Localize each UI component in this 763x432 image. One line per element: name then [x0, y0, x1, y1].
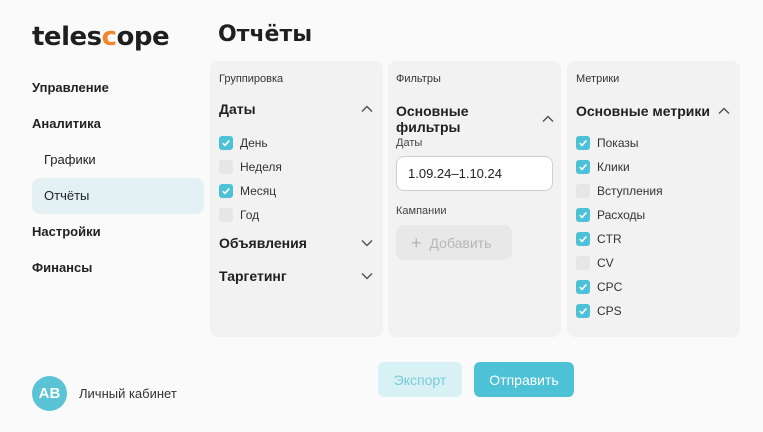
ads-section-title: Объявления	[219, 235, 307, 251]
checkbox-cv[interactable]: CV	[576, 251, 663, 275]
plus-icon: +	[411, 232, 422, 253]
checkbox-month[interactable]: Месяц	[219, 179, 282, 203]
main-metrics-toggle[interactable]: Основные метрики	[576, 103, 732, 119]
checkbox-joins[interactable]: Вступления	[576, 179, 663, 203]
chevron-down-icon	[359, 235, 375, 251]
sidebar-nav: Управление Аналитика Графики Отчёты Наст…	[32, 70, 204, 286]
checkbox-label: CTR	[597, 232, 622, 246]
logo-accent-letter: c	[101, 22, 117, 52]
checkbox-day[interactable]: День	[219, 131, 282, 155]
avatar: AB	[32, 376, 67, 411]
logo-text-end: ope	[116, 22, 170, 52]
main-filters-toggle[interactable]: Основные фильтры	[396, 103, 556, 135]
export-button[interactable]: Экспорт	[378, 362, 462, 397]
filters-header: Фильтры	[396, 73, 441, 85]
send-button[interactable]: Отправить	[474, 362, 574, 397]
add-campaign-label: Добавить	[429, 234, 492, 251]
checkbox-checked-icon	[576, 208, 590, 222]
main-filters-title: Основные фильтры	[396, 103, 469, 135]
checkbox-impressions[interactable]: Показы	[576, 131, 663, 155]
nav-item-settings[interactable]: Настройки	[32, 214, 204, 250]
checkbox-clicks[interactable]: Клики	[576, 155, 663, 179]
checkbox-label: Расходы	[597, 208, 646, 222]
dates-options: День Неделя Месяц Год	[219, 131, 282, 227]
metrics-header: Метрики	[576, 73, 620, 85]
dates-section-toggle[interactable]: Даты	[219, 101, 375, 117]
chevron-up-icon	[716, 103, 732, 119]
personal-account-label: Личный кабинет	[79, 386, 177, 401]
checkbox-label: Неделя	[240, 160, 282, 174]
nav-item-management[interactable]: Управление	[32, 70, 204, 106]
grouping-header: Группировка	[219, 73, 284, 85]
checkbox-label: День	[240, 136, 268, 150]
main-metrics-title: Основные метрики	[576, 103, 710, 119]
checkbox-empty-icon	[219, 160, 233, 174]
checkbox-label: Вступления	[597, 184, 663, 198]
checkbox-label: Месяц	[240, 184, 277, 198]
checkbox-year[interactable]: Год	[219, 203, 282, 227]
checkbox-label: Год	[240, 208, 260, 222]
nav-item-reports[interactable]: Отчёты	[32, 178, 204, 214]
checkbox-checked-icon	[219, 136, 233, 150]
add-campaign-button[interactable]: + Добавить	[396, 225, 512, 260]
nav-item-analytics[interactable]: Аналитика	[32, 106, 204, 142]
checkbox-week[interactable]: Неделя	[219, 155, 282, 179]
ads-section-toggle[interactable]: Объявления	[219, 235, 375, 251]
checkbox-checked-icon	[576, 280, 590, 294]
date-range-input[interactable]	[396, 156, 553, 191]
metrics-panel: Метрики Основные метрики Показы Клики Вс…	[567, 61, 740, 337]
logo-text-start: teles	[32, 22, 102, 52]
targeting-section-toggle[interactable]: Таргетинг	[219, 268, 375, 284]
checkbox-cps[interactable]: CPS	[576, 299, 663, 323]
checkbox-empty-icon	[219, 208, 233, 222]
chevron-down-icon	[359, 268, 375, 284]
chevron-up-icon	[540, 111, 556, 127]
dates-section-title: Даты	[219, 101, 256, 117]
checkbox-label: Клики	[597, 160, 630, 174]
checkbox-checked-icon	[576, 304, 590, 318]
checkbox-cpc[interactable]: CPC	[576, 275, 663, 299]
campaigns-field-label: Кампании	[396, 205, 447, 217]
checkbox-label: CPS	[597, 304, 622, 318]
grouping-panel: Группировка Даты День Неделя Месяц Год О…	[210, 61, 383, 337]
telescope-logo[interactable]: telescope	[32, 22, 170, 52]
nav-item-charts[interactable]: Графики	[32, 142, 204, 178]
nav-item-finance[interactable]: Финансы	[32, 250, 204, 286]
page-title: Отчёты	[218, 22, 313, 47]
checkbox-ctr[interactable]: CTR	[576, 227, 663, 251]
checkbox-checked-icon	[576, 136, 590, 150]
checkbox-checked-icon	[219, 184, 233, 198]
checkbox-label: CV	[597, 256, 614, 270]
checkbox-checked-icon	[576, 160, 590, 174]
checkbox-checked-icon	[576, 232, 590, 246]
checkbox-label: Показы	[597, 136, 639, 150]
targeting-section-title: Таргетинг	[219, 268, 287, 284]
checkbox-empty-icon	[576, 256, 590, 270]
chevron-up-icon	[359, 101, 375, 117]
metrics-options: Показы Клики Вступления Расходы CTR CV C…	[576, 131, 663, 323]
checkbox-spend[interactable]: Расходы	[576, 203, 663, 227]
dates-field-label: Даты	[396, 137, 423, 149]
personal-account-link[interactable]: AB Личный кабинет	[32, 376, 177, 411]
checkbox-empty-icon	[576, 184, 590, 198]
checkbox-label: CPC	[597, 280, 623, 294]
filters-panel: Фильтры Основные фильтры Даты Кампании +…	[388, 61, 561, 337]
